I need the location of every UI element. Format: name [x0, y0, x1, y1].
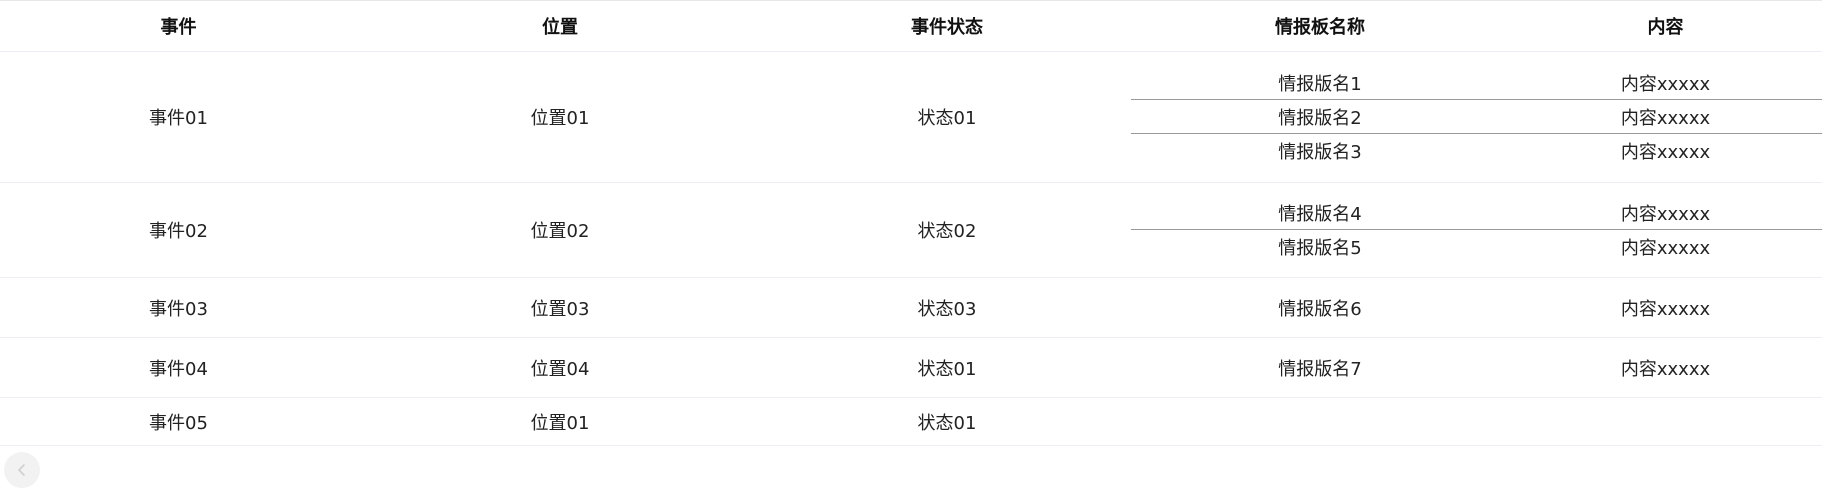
board-content-cell: 内容xxxxx: [1620, 298, 1711, 320]
board-name-cell: 情报版名1: [1278, 73, 1362, 95]
status-cell: 状态01: [917, 358, 977, 380]
chevron-left-icon: [18, 464, 25, 476]
board-content-cell: 内容xxxxx: [1620, 142, 1711, 163]
board-content-cell: 内容xxxxx: [1620, 203, 1711, 225]
board-content-cell: 内容xxxxx: [1620, 238, 1711, 259]
event-cell: 事件03: [149, 298, 208, 320]
board-content-cell: [1509, 398, 1822, 445]
status-cell: 状态01: [917, 108, 977, 129]
position-cell: 位置04: [530, 358, 590, 380]
header-event: 事件: [160, 17, 197, 38]
status-cell: 状态01: [917, 412, 977, 434]
header-status: 事件状态: [911, 17, 983, 38]
board-name-cell: 情报版名2: [1278, 107, 1362, 129]
board-name-cell: 情报版名5: [1278, 238, 1362, 259]
status-cell: 状态03: [917, 298, 977, 320]
position-cell: 位置01: [530, 412, 590, 434]
board-subrow: 情报版名1 内容xxxxx: [1131, 66, 1822, 100]
board-subrow: 情报版名4 内容xxxxx: [1131, 196, 1822, 230]
position-cell: 位置03: [530, 298, 590, 320]
board-name-cell: [1131, 398, 1509, 445]
board-subrow: 情报版名3 内容xxxxx: [1131, 134, 1822, 168]
board-content-cell: 内容xxxxx: [1620, 73, 1711, 95]
board-content-cell: 内容xxxxx: [1620, 358, 1711, 380]
table-row: 事件02 位置02 状态02 情报版名4 内容xxxxx 情报版名5 内容xxx…: [0, 183, 1822, 278]
table-row: 事件01 位置01 状态01 情报版名1 内容xxxxx 情报版名2 内容xxx…: [0, 52, 1822, 183]
header-position: 位置: [542, 17, 578, 38]
header-board-name: 情报板名称: [1275, 17, 1365, 38]
event-cell: 事件01: [149, 108, 208, 129]
board-subtable: 情报版名1 内容xxxxx 情报版名2 内容xxxxx 情报版名3 内容xxxx…: [1131, 52, 1822, 182]
board-name-cell: 情报版名7: [1278, 358, 1362, 380]
status-cell: 状态02: [917, 221, 977, 242]
position-cell: 位置02: [530, 221, 590, 242]
position-cell: 位置01: [530, 108, 590, 129]
board-subrow: 情报版名5 内容xxxxx: [1131, 230, 1822, 264]
board-subtable: 情报版名4 内容xxxxx 情报版名5 内容xxxxx: [1131, 183, 1822, 277]
board-name-cell: 情报版名6: [1278, 298, 1362, 320]
table-row: 事件03 位置03 状态03 情报版名6 内容xxxxx: [0, 278, 1822, 338]
board-subrow: 情报版名2 内容xxxxx: [1131, 100, 1822, 134]
event-cell: 事件04: [149, 358, 208, 380]
table-header: 事件 位置 事件状态 情报板名称 内容: [0, 1, 1822, 52]
pager-prev-button[interactable]: [4, 452, 40, 488]
board-content-cell: 内容xxxxx: [1620, 107, 1711, 129]
event-cell: 事件02: [149, 221, 208, 242]
board-name-cell: 情报版名4: [1278, 203, 1362, 225]
table-row: 事件05 位置01 状态01: [0, 398, 1822, 446]
board-name-cell: 情报版名3: [1278, 142, 1362, 163]
event-cell: 事件05: [149, 412, 208, 434]
header-content: 内容: [1647, 17, 1684, 38]
event-table: 事件 位置 事件状态 情报板名称 内容 事件01 位置01 状态01 情报版名1…: [0, 0, 1822, 446]
table-row: 事件04 位置04 状态01 情报版名7 内容xxxxx: [0, 338, 1822, 398]
